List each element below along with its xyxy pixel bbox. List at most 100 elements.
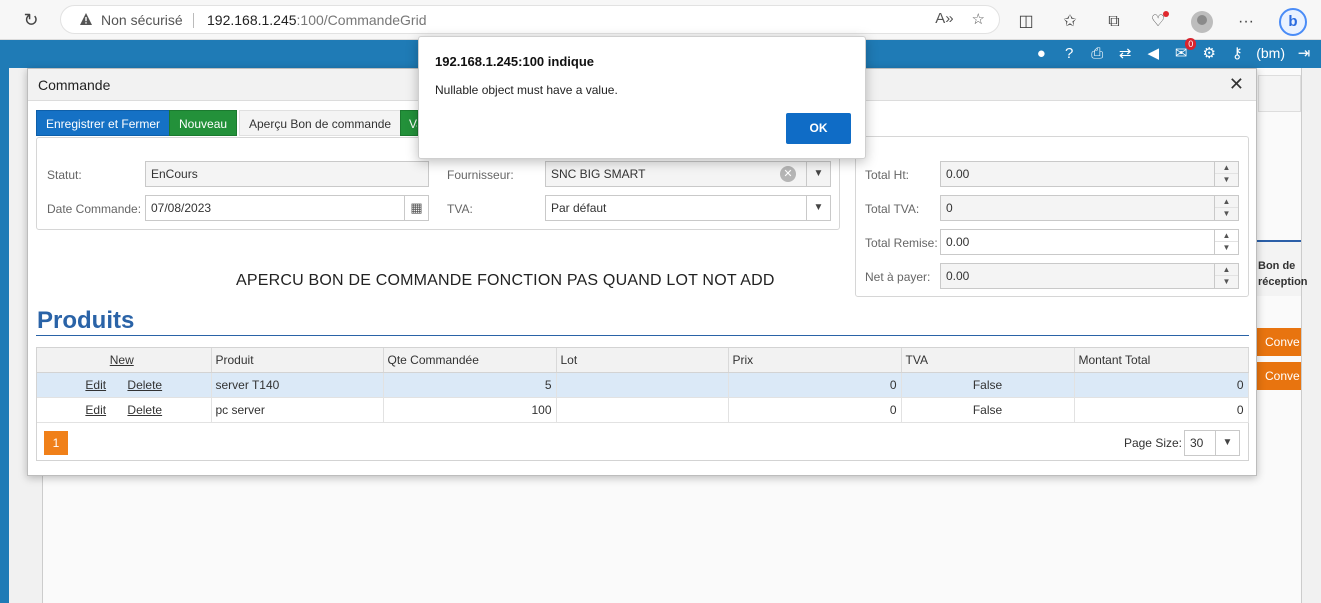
user-label[interactable]: (bm) <box>1256 45 1285 61</box>
spin-down-icon[interactable]: ▼ <box>1215 174 1238 186</box>
cell-qte: 5 <box>383 372 557 398</box>
table-header-montant[interactable]: Montant Total <box>1074 348 1249 373</box>
notification-icon[interactable]: ● <box>1032 45 1050 62</box>
page-size-select[interactable]: 30 ▼ <box>1184 430 1240 456</box>
split-screen-icon[interactable]: ◫ <box>1015 11 1037 33</box>
net-a-payer-stepper[interactable]: ▲ ▼ <box>1214 264 1238 288</box>
background-header-box <box>1258 75 1301 112</box>
total-ht-stepper[interactable]: ▲ ▼ <box>1214 162 1238 186</box>
favorites-icon[interactable]: ✩ <box>1059 11 1081 33</box>
logout-icon[interactable]: ⇥ <box>1295 44 1313 62</box>
new-link[interactable]: New <box>110 353 134 367</box>
swap-icon[interactable]: ⇄ <box>1116 44 1134 62</box>
favorite-star-icon[interactable]: ☆ <box>972 10 985 28</box>
spin-up-icon[interactable]: ▲ <box>1215 230 1238 242</box>
spin-down-icon[interactable]: ▼ <box>1215 208 1238 220</box>
print-icon[interactable]: ⎙ <box>1088 45 1106 62</box>
close-icon[interactable]: ✕ <box>1229 74 1244 94</box>
spin-up-icon[interactable]: ▲ <box>1215 196 1238 208</box>
total-tva-field[interactable]: 0 ▲ ▼ <box>940 195 1239 221</box>
sound-icon[interactable]: ◀ <box>1144 44 1162 62</box>
warning-icon <box>80 13 92 25</box>
net-a-payer-field[interactable]: 0.00 ▲ ▼ <box>940 263 1239 289</box>
page-number-button[interactable]: 1 <box>44 431 68 455</box>
cell-lot <box>556 372 729 398</box>
table-row[interactable]: Edit Delete server T140 5 0 False 0 <box>37 372 1249 398</box>
clear-icon[interactable]: ✕ <box>780 166 796 182</box>
totals-panel: Total Ht: 0.00 ▲ ▼ Total TVA: 0 ▲ ▼ Total … <box>855 136 1249 297</box>
help-icon[interactable]: ? <box>1060 45 1078 62</box>
total-ht-field[interactable]: 0.00 ▲ ▼ <box>940 161 1239 187</box>
background-convert-button[interactable]: Conve <box>1257 328 1301 356</box>
date-commande-value: 07/08/2023 <box>151 201 212 215</box>
chevron-down-icon[interactable]: ▼ <box>1215 431 1239 455</box>
cell-lot <box>556 397 729 423</box>
fournisseur-label: Fournisseur: <box>447 168 514 182</box>
url-text[interactable]: 192.168.1.245:100/CommandeGrid <box>207 12 426 28</box>
read-aloud-icon[interactable]: A» <box>935 10 953 28</box>
browser-toolbar: ↻ Non sécurisé 192.168.1.245:100/Command… <box>0 0 1321 40</box>
reload-icon[interactable]: ↻ <box>20 9 42 31</box>
table-header-row: New Produit Qte Commandée Lot Prix TVA M… <box>37 348 1249 373</box>
cell-qte: 100 <box>383 397 557 423</box>
table-row[interactable]: Edit Delete pc server 100 0 False 0 <box>37 397 1249 423</box>
profile-avatar[interactable] <box>1191 11 1213 33</box>
total-remise-stepper[interactable]: ▲ ▼ <box>1214 230 1238 254</box>
cell-tva: False <box>901 372 1075 398</box>
chevron-down-icon[interactable]: ▼ <box>806 162 830 186</box>
row-actions: Edit Delete <box>37 372 212 398</box>
key-icon[interactable]: ⚷ <box>1228 44 1246 62</box>
collections-icon[interactable]: ⧉ <box>1103 11 1125 33</box>
delete-link[interactable]: Delete <box>127 403 162 417</box>
spin-up-icon[interactable]: ▲ <box>1215 264 1238 276</box>
table-header-produit[interactable]: Produit <box>211 348 384 373</box>
save-close-button[interactable]: Enregistrer et Fermer <box>36 110 171 136</box>
row-actions: Edit Delete <box>37 397 212 423</box>
message-badge: 0 <box>1185 38 1197 50</box>
cell-prix: 0 <box>728 397 902 423</box>
chevron-down-icon[interactable]: ▼ <box>806 196 830 220</box>
total-remise-field[interactable]: 0.00 ▲ ▼ <box>940 229 1239 255</box>
messages-icon[interactable]: ✉ 0 <box>1172 38 1197 62</box>
total-ht-value: 0.00 <box>946 167 970 181</box>
total-remise-label: Total Remise: <box>865 236 938 250</box>
table-header-lot[interactable]: Lot <box>556 348 729 373</box>
table-header-qte[interactable]: Qte Commandée <box>383 348 557 373</box>
tva-value: Par défaut <box>551 201 607 215</box>
section-divider <box>36 335 1249 336</box>
date-commande-field[interactable]: 07/08/2023 ▦ <box>145 195 429 221</box>
table-header-tva[interactable]: TVA <box>901 348 1075 373</box>
total-ht-label: Total Ht: <box>865 168 910 182</box>
edit-link[interactable]: Edit <box>85 378 106 392</box>
note-text: APERCU BON DE COMMANDE FONCTION PAS QUAN… <box>236 272 775 289</box>
spin-up-icon[interactable]: ▲ <box>1215 162 1238 174</box>
background-convert-button[interactable]: Conve <box>1257 362 1301 390</box>
new-button[interactable]: Nouveau <box>169 110 238 136</box>
preview-button[interactable]: Aperçu Bon de commande <box>239 110 402 136</box>
ok-button[interactable]: OK <box>786 113 851 144</box>
total-tva-stepper[interactable]: ▲ ▼ <box>1214 196 1238 220</box>
tva-select[interactable]: Par défaut ▼ <box>545 195 831 221</box>
table-header-actions: New <box>37 348 212 373</box>
edit-link[interactable]: Edit <box>85 403 106 417</box>
statut-field[interactable]: EnCours <box>145 161 429 187</box>
alert-message: Nullable object must have a value. <box>435 83 618 97</box>
address-separator <box>193 13 194 28</box>
browser-essentials-icon[interactable]: ♡ <box>1147 11 1169 33</box>
url-host: 192.168.1.245 <box>207 12 297 28</box>
settings-gear-icon[interactable]: ⚙ <box>1200 44 1218 62</box>
total-tva-label: Total TVA: <box>865 202 920 216</box>
address-bar[interactable]: Non sécurisé 192.168.1.245:100/CommandeG… <box>60 5 1000 34</box>
delete-link[interactable]: Delete <box>127 378 162 392</box>
spin-down-icon[interactable]: ▼ <box>1215 276 1238 288</box>
table-header-prix[interactable]: Prix <box>728 348 902 373</box>
bing-icon[interactable]: b <box>1279 8 1307 36</box>
fournisseur-select[interactable]: SNC BIG SMART ✕ ▼ <box>545 161 831 187</box>
cell-montant: 0 <box>1074 372 1249 398</box>
more-options-icon[interactable]: ··· <box>1235 11 1257 33</box>
calendar-icon[interactable]: ▦ <box>404 196 428 220</box>
spin-down-icon[interactable]: ▼ <box>1215 242 1238 254</box>
validate-button[interactable]: Va <box>400 110 418 136</box>
background-column-header: Bon de réception <box>1256 240 1308 296</box>
cell-produit: server T140 <box>211 372 384 398</box>
